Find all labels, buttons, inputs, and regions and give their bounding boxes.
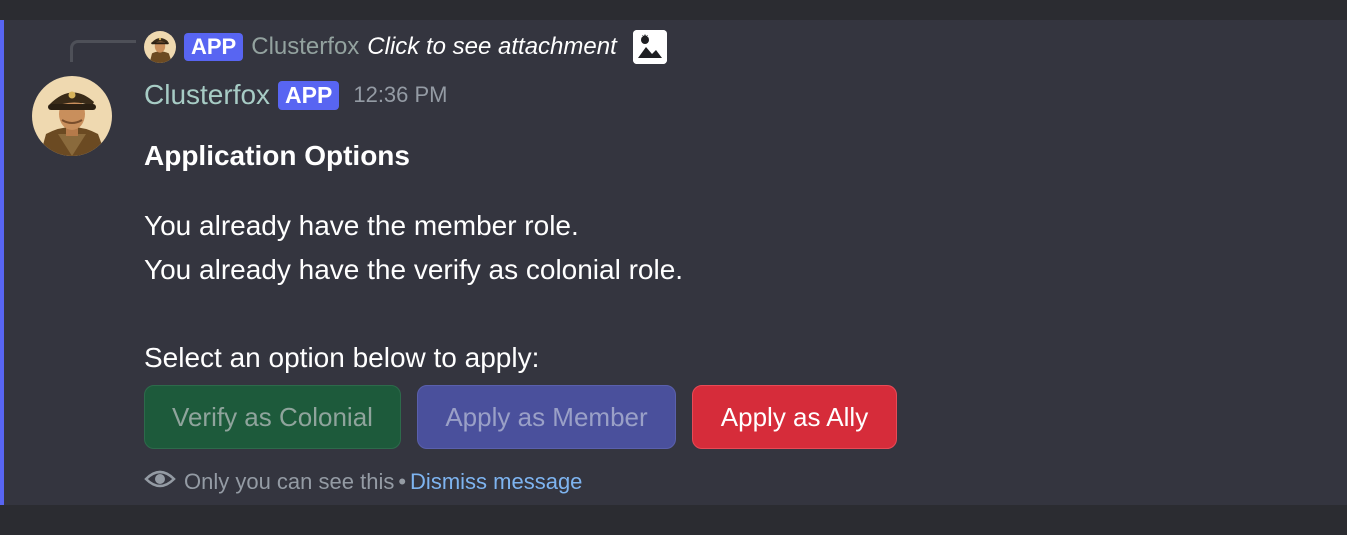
apply-member-button[interactable]: Apply as Member [417, 385, 676, 449]
eye-icon [144, 467, 184, 497]
ephemeral-accent-bar [0, 20, 4, 505]
timestamp[interactable]: 12:36 PM [353, 82, 447, 108]
author-avatar[interactable] [32, 76, 112, 156]
ephemeral-message: APP Clusterfox Click to see attachment C… [0, 20, 1347, 505]
footer-separator: • [398, 469, 407, 494]
dismiss-message-link[interactable]: Dismiss message [410, 469, 582, 495]
image-icon[interactable] [632, 30, 667, 64]
message-line-select: Select an option below to apply: [144, 342, 540, 373]
reply-avatar[interactable] [144, 31, 176, 63]
message-title: Application Options [144, 140, 410, 171]
reply-spine [70, 40, 136, 62]
verify-colonial-button[interactable]: Verify as Colonial [144, 385, 401, 449]
reply-preview[interactable]: APP Clusterfox Click to see attachment [144, 26, 667, 68]
message-line-member: You already have the member role. [144, 210, 579, 241]
ephemeral-footer: Only you can see this • Dismiss message [144, 464, 582, 500]
author-username[interactable]: Clusterfox [144, 79, 270, 111]
apply-ally-button[interactable]: Apply as Ally [692, 385, 897, 449]
visibility-notice: Only you can see this [184, 469, 395, 494]
action-buttons: Verify as Colonial Apply as Member Apply… [144, 385, 897, 449]
app-badge: APP [278, 80, 340, 110]
reply-content[interactable]: Click to see attachment [367, 33, 616, 61]
reply-username[interactable]: Clusterfox [251, 33, 359, 61]
message-line-colonial: You already have the verify as colonial … [144, 254, 684, 285]
reply-app-badge: APP [184, 33, 244, 61]
message-header: Clusterfox APP 12:36 PM [144, 76, 448, 114]
